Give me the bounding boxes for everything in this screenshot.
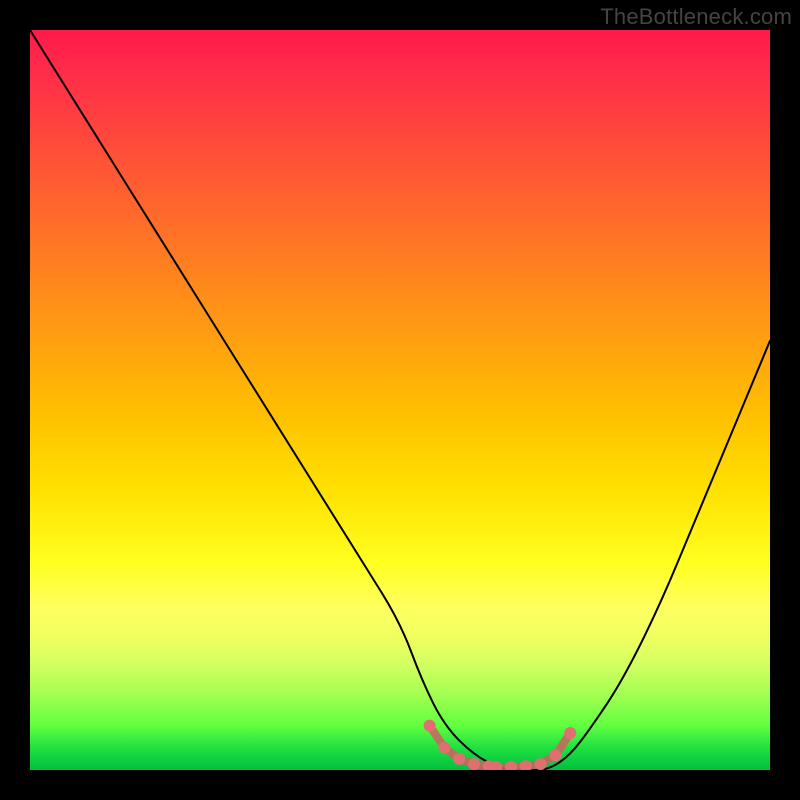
watermark-text: TheBottleneck.com	[600, 4, 792, 30]
optimal-range-marker	[424, 720, 577, 770]
marker-dot	[564, 727, 576, 739]
plot-area	[30, 30, 770, 770]
bottleneck-curve	[30, 30, 770, 770]
marker-dot	[453, 753, 465, 765]
marker-dot	[468, 758, 480, 770]
marker-dot	[424, 720, 436, 732]
marker-dot	[505, 761, 517, 770]
chart-svg	[30, 30, 770, 770]
marker-dot	[535, 758, 547, 770]
chart-container: TheBottleneck.com	[0, 0, 800, 800]
marker-dot	[438, 742, 450, 754]
marker-dot	[549, 749, 561, 761]
